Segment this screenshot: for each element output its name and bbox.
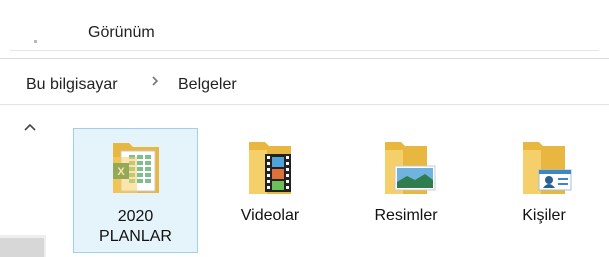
videos-folder-icon xyxy=(237,136,303,200)
ribbon-collapse-marker xyxy=(34,40,37,43)
folder-item-kisiler[interactable]: Kişiler xyxy=(494,128,594,253)
pictures-folder-icon xyxy=(373,136,439,200)
tab-view[interactable]: Görünüm xyxy=(88,24,155,42)
scroll-up-icon[interactable] xyxy=(22,120,38,134)
folder-label: 2020 PLANLAR xyxy=(99,208,172,245)
scrollbar-thumb[interactable] xyxy=(0,238,44,257)
folder-label: Resimler xyxy=(374,207,438,224)
folder-item-videolar[interactable]: Videolar xyxy=(220,128,320,253)
ribbon-divider xyxy=(10,50,599,51)
ribbon: Görünüm xyxy=(0,0,609,59)
folder-item-2020-planlar[interactable]: X 2020 PLANLAR xyxy=(73,128,198,253)
breadcrumb-chevron-icon[interactable] xyxy=(150,74,160,93)
folder-label: Videolar xyxy=(240,207,300,224)
folder-item-resimler[interactable]: Resimler xyxy=(356,128,456,253)
folder-label: Kişiler xyxy=(522,207,566,224)
breadcrumb-this-pc[interactable]: Bu bilgisayar xyxy=(26,76,118,94)
contacts-folder-icon xyxy=(511,136,577,200)
excel-folder-icon: X xyxy=(103,137,169,201)
breadcrumb-documents[interactable]: Belgeler xyxy=(178,76,237,94)
address-bar[interactable]: Bu bilgisayar Belgeler xyxy=(0,60,609,105)
